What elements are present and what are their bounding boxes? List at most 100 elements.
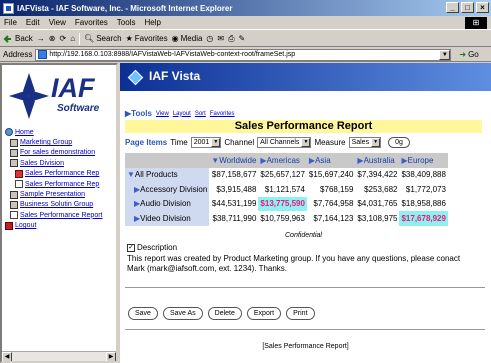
window-controls: _ □ × bbox=[446, 2, 489, 13]
confidential-note: Confidential bbox=[285, 232, 322, 239]
history-icon[interactable]: ◷ bbox=[206, 34, 213, 43]
menu-edit[interactable]: Edit bbox=[26, 18, 40, 27]
row-header[interactable]: ▶Video Division bbox=[125, 211, 210, 226]
search-button[interactable]: 🔍︎ Search bbox=[84, 34, 122, 43]
save-as-button[interactable]: Save As bbox=[162, 307, 203, 320]
nav-item-label[interactable]: Marketing Group bbox=[20, 139, 72, 146]
nav-item[interactable]: Sales Division bbox=[5, 158, 116, 168]
menu-favorites[interactable]: Favorites bbox=[75, 18, 108, 27]
mail-icon[interactable]: ✉ bbox=[217, 34, 224, 43]
windows-logo-icon: ⊞ bbox=[465, 17, 487, 29]
table-cell: $768,159 bbox=[320, 184, 354, 194]
column-header[interactable]: ▶Europe bbox=[399, 153, 448, 168]
minimize-button[interactable]: _ bbox=[446, 2, 459, 13]
menu-file[interactable]: File bbox=[4, 18, 17, 27]
tools-sort-link[interactable]: Sort bbox=[195, 111, 206, 117]
table-cell: $7,164,123 bbox=[313, 213, 354, 223]
nav-item[interactable]: Sales Performance Rep bbox=[5, 179, 116, 189]
channel-label: Channel bbox=[224, 138, 255, 147]
nav-item[interactable]: Sample Presentation bbox=[5, 189, 116, 199]
navigation-frame: IAF Software Home Marketing Group For sale… bbox=[0, 63, 118, 363]
document-icon bbox=[10, 211, 18, 220]
edit-icon[interactable]: ✎ bbox=[239, 34, 246, 43]
media-button[interactable]: ◉ Media bbox=[172, 34, 203, 43]
nav-item[interactable]: Sales Performance Report bbox=[5, 210, 116, 220]
nav-item-label[interactable]: Business Solutin Group bbox=[20, 201, 93, 208]
nav-item[interactable]: Marketing Group bbox=[5, 137, 116, 147]
folder-icon bbox=[10, 190, 18, 199]
row-header[interactable]: ▼All Products bbox=[125, 167, 210, 182]
nav-item-label[interactable]: Sales Performance Report bbox=[20, 212, 102, 219]
nav-item-label[interactable]: Sales Performance Rep bbox=[25, 181, 99, 188]
column-header-label: Americas bbox=[266, 155, 300, 165]
horizontal-scrollbar[interactable]: ◀ ▶ bbox=[2, 351, 116, 361]
tools-layout-link[interactable]: Layout bbox=[173, 111, 191, 117]
table-row: ▼All Products $87,158,677 $25,657,127 $15,6… bbox=[125, 167, 448, 182]
row-header-label: Accessory Division bbox=[140, 184, 208, 194]
description-toggle[interactable]: ✓ Description bbox=[127, 243, 177, 252]
close-button[interactable]: × bbox=[476, 2, 489, 13]
address-dropdown-icon[interactable]: ▼ bbox=[439, 49, 451, 60]
table-cell: $18,958,886 bbox=[401, 199, 446, 209]
nav-item[interactable]: Business Solutin Group bbox=[5, 200, 116, 210]
column-header[interactable]: ▼Worldwide bbox=[209, 153, 259, 168]
maximize-button[interactable]: □ bbox=[461, 2, 474, 13]
print-button[interactable]: Print bbox=[286, 307, 315, 320]
home-button-icon[interactable]: ⌂ bbox=[70, 34, 75, 43]
refresh-icon[interactable]: ⟳ bbox=[60, 34, 67, 43]
row-header[interactable]: ▶Accessory Division bbox=[125, 182, 210, 197]
column-header[interactable]: ▶Asia bbox=[306, 153, 356, 168]
channel-select[interactable]: All Channels ▼ bbox=[257, 137, 312, 148]
time-select[interactable]: 2001 ▼ bbox=[190, 137, 222, 148]
row-header-label: Audio Division bbox=[140, 199, 191, 209]
column-header[interactable]: ▶Americas bbox=[258, 153, 307, 168]
window-title-bar: IAFVista - IAF Software, Inc. - Microsof… bbox=[0, 0, 491, 16]
menu-help[interactable]: Help bbox=[144, 18, 160, 27]
delete-button[interactable]: Delete bbox=[207, 307, 242, 320]
nav-item[interactable]: For sales demonstration bbox=[5, 148, 116, 158]
scroll-left-icon[interactable]: ◀ bbox=[2, 352, 12, 361]
nav-item[interactable]: Sales Performance Rep bbox=[5, 169, 116, 179]
tools-favorites-link[interactable]: Favorites bbox=[210, 111, 235, 117]
column-header-label: Asia bbox=[315, 155, 331, 165]
save-button[interactable]: Save bbox=[128, 307, 158, 320]
nav-item[interactable]: Home bbox=[5, 127, 116, 137]
go-button[interactable]: ➜ Go bbox=[459, 50, 478, 59]
folder-icon bbox=[10, 200, 18, 209]
nav-item-label[interactable]: Sales Performance Rep bbox=[25, 170, 99, 177]
description-text: This report was created by Product Marke… bbox=[127, 254, 461, 273]
nav-item[interactable]: Logout bbox=[5, 221, 116, 231]
nav-item-label[interactable]: For sales demonstration bbox=[20, 149, 95, 156]
description-checkbox[interactable]: ✓ bbox=[127, 243, 135, 252]
favorites-button[interactable]: ★ Favorites bbox=[126, 34, 168, 43]
nav-item-label[interactable]: Logout bbox=[15, 222, 36, 229]
nav-item-label[interactable]: Sales Division bbox=[20, 160, 64, 167]
expand-icon[interactable]: ▼ bbox=[127, 170, 135, 179]
report-go-button[interactable]: 0g bbox=[388, 137, 410, 148]
print-icon[interactable]: ⎙ bbox=[228, 34, 234, 44]
sales-table: ▼Worldwide ▶Americas ▶Asia ▶Australia ▶Europ… bbox=[125, 153, 448, 226]
scroll-right-icon[interactable]: ▶ bbox=[106, 352, 116, 361]
media-label: Media bbox=[180, 34, 203, 43]
address-input[interactable]: http://192.168.0.103:8988/IAFVistaWeb-IA… bbox=[35, 48, 452, 61]
menu-tools[interactable]: Tools bbox=[117, 18, 136, 27]
document-icon bbox=[15, 180, 23, 189]
measure-select[interactable]: Sales ▼ bbox=[348, 137, 382, 148]
column-header[interactable]: ▶Australia bbox=[355, 153, 400, 168]
back-arrow-icon bbox=[3, 34, 13, 44]
address-label: Address bbox=[3, 50, 33, 59]
forward-arrow-icon[interactable]: → bbox=[37, 34, 45, 43]
back-button[interactable]: Back bbox=[3, 34, 33, 44]
tools-view-link[interactable]: View bbox=[156, 111, 169, 117]
export-button[interactable]: Export bbox=[246, 307, 282, 320]
nav-item-label[interactable]: Sample Presentation bbox=[20, 191, 85, 198]
favorites-label: Favorites bbox=[134, 34, 168, 43]
menu-view[interactable]: View bbox=[49, 18, 66, 27]
table-cell: $44,531,199 bbox=[211, 199, 257, 209]
table-row: ▶Audio Division $44,531,199 $13,775,590 $7,… bbox=[125, 196, 448, 211]
folder-icon bbox=[10, 138, 18, 147]
page-items-label: Page Items bbox=[125, 138, 168, 147]
row-header[interactable]: ▶Audio Division bbox=[125, 196, 210, 211]
nav-item-label[interactable]: Home bbox=[15, 129, 34, 136]
stop-icon[interactable]: ⊗ bbox=[49, 34, 56, 43]
